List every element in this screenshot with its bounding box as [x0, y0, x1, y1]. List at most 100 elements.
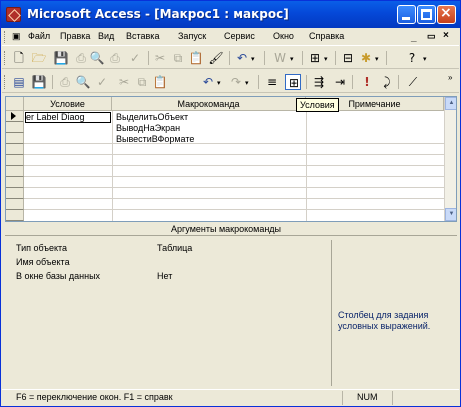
doc-close-button[interactable]: ×	[443, 30, 449, 41]
toolbar-separator	[148, 51, 149, 65]
menu-insert[interactable]: Вставка	[126, 31, 159, 41]
action-cell[interactable]: ВыделитьОбъект	[116, 112, 304, 123]
copy-button[interactable]: ⧉	[170, 50, 186, 66]
access-app-icon[interactable]	[6, 7, 21, 22]
redo-button[interactable]: ↷	[228, 74, 244, 90]
row-selector[interactable]	[6, 122, 24, 133]
menubar-grip[interactable]	[4, 31, 7, 43]
arguments-section-title: Аргументы макрокоманды	[171, 224, 282, 234]
redo-dropdown-icon[interactable]: ▾	[245, 79, 249, 87]
status-bar: F6 = переключение окон. F1 = справк NUM	[2, 389, 459, 406]
preview-macro-button[interactable]: 🔍	[75, 74, 91, 90]
single-step-button[interactable]: ⤸	[379, 74, 395, 90]
run-icon: !	[364, 75, 370, 89]
insert-rows-button[interactable]: ⇶	[311, 74, 327, 90]
row-selector[interactable]	[6, 166, 24, 177]
doc-restore-button[interactable]: ▭	[427, 31, 436, 42]
macro-names-button[interactable]: ≡	[264, 74, 280, 90]
undo-button[interactable]: ↶	[234, 50, 250, 66]
scroll-up-icon[interactable]: ▲	[445, 97, 456, 110]
cut-icon: ✂	[154, 51, 166, 65]
toolbar-separator	[264, 51, 265, 65]
row-selector[interactable]	[6, 155, 24, 166]
row-selector[interactable]	[6, 188, 24, 199]
copy-macro-button[interactable]: ⧉	[134, 74, 150, 90]
analyze-dropdown-icon[interactable]: ▾	[324, 55, 328, 63]
condition-cell-editing[interactable]: er Label Diaog	[25, 112, 111, 123]
menu-help[interactable]: Справка	[309, 31, 344, 41]
macro-names-icon: ≡	[266, 75, 278, 89]
row-selector[interactable]	[6, 144, 24, 155]
row-selector[interactable]	[6, 133, 24, 144]
format-painter-button[interactable]: 🖌	[208, 50, 224, 66]
menu-run[interactable]: Запуск	[178, 31, 206, 41]
links-dropdown-icon[interactable]: ▾	[290, 55, 294, 63]
menu-window[interactable]: Окно	[273, 31, 294, 41]
argument-label: Тип объекта	[16, 243, 68, 253]
maximize-button[interactable]	[417, 5, 436, 24]
help-dropdown-icon[interactable]: ▾	[423, 55, 427, 63]
spelling-macro-button[interactable]: ✓	[94, 74, 110, 90]
action-arguments-panel: Тип объекта Таблица Имя объекта В окне б…	[5, 235, 457, 387]
print2-button[interactable]: ⎙	[107, 50, 123, 66]
row-selector[interactable]	[6, 111, 24, 122]
menu-view[interactable]: Вид	[98, 31, 114, 41]
toolbar-grip[interactable]	[4, 75, 7, 89]
conditions-button[interactable]: ⊞	[285, 74, 301, 90]
delete-rows-button[interactable]: ⇥	[332, 74, 348, 90]
analyze-button[interactable]: ⊞	[307, 50, 323, 66]
menu-tools[interactable]: Сервис	[224, 31, 255, 41]
undo-macro-button[interactable]: ↶	[200, 74, 216, 90]
action-cell[interactable]: ВыводНаЭкран	[116, 123, 304, 134]
grid-corner[interactable]	[6, 97, 24, 111]
print-icon: ⎙	[60, 75, 70, 89]
view-button[interactable]: ▤	[11, 74, 27, 90]
print-macro-button[interactable]: ⎙	[57, 74, 73, 90]
undo-dropdown-icon[interactable]: ▾	[217, 79, 221, 87]
toolbar-grip[interactable]	[4, 51, 7, 65]
build-button[interactable]: ⟋	[405, 74, 421, 90]
condition-column-header[interactable]: Условие	[24, 97, 112, 111]
in-database-window-field[interactable]: Нет	[157, 271, 172, 281]
help-button[interactable]: ?	[404, 50, 420, 66]
access-window: Microsoft Access - [Макрос1 : макрос] × …	[0, 0, 461, 407]
links-button[interactable]: W	[272, 50, 288, 66]
save-button[interactable]: 💾	[53, 50, 69, 66]
toolbar-separator	[302, 51, 303, 65]
relationships-button[interactable]: ⊟	[340, 50, 356, 66]
run-button[interactable]: !	[359, 74, 375, 90]
save-macro-button[interactable]: 💾	[31, 74, 47, 90]
open-button[interactable]: 🗁	[31, 50, 47, 66]
standard-toolbar: 🗋 🗁 💾 ⎙ 🔍 ⎙ ✓ ✂ ⧉ 📋 🖌 ↶ ▾ W ▾ ⊞ ▾ ⊟ ✱ ▾ …	[2, 47, 459, 69]
new-button[interactable]: 🗋	[11, 50, 27, 66]
action-cell[interactable]: ВывестиВФормате	[116, 134, 304, 145]
title-bar[interactable]: Microsoft Access - [Макрос1 : макрос] ×	[1, 1, 460, 28]
menu-file[interactable]: Файл	[28, 31, 50, 41]
row-selector[interactable]	[6, 199, 24, 210]
grid-vertical-scrollbar[interactable]: ▲ ▼	[444, 97, 456, 221]
scroll-down-icon[interactable]: ▼	[445, 208, 456, 221]
paste-macro-button[interactable]: 📋	[152, 74, 168, 90]
menu-edit[interactable]: Правка	[60, 31, 90, 41]
preview-button[interactable]: 🔍	[89, 50, 105, 66]
num-lock-indicator: NUM	[357, 392, 378, 402]
row-selector[interactable]	[6, 210, 24, 221]
cut-macro-button[interactable]: ✂	[116, 74, 132, 90]
copy-icon: ⧉	[137, 75, 147, 89]
toolbar-overflow-icon[interactable]: »	[448, 73, 452, 82]
undo-dropdown-icon[interactable]: ▾	[251, 55, 255, 63]
current-row-arrow-icon	[11, 112, 16, 120]
row-selector[interactable]	[6, 177, 24, 188]
paste-button[interactable]: 📋	[188, 50, 204, 66]
action-column-header[interactable]: Макрокоманда	[112, 97, 306, 111]
spelling-button[interactable]: ✓	[127, 50, 143, 66]
new-object-button[interactable]: ✱	[358, 50, 374, 66]
new-object-dropdown-icon[interactable]: ▾	[375, 55, 379, 63]
cut-button[interactable]: ✂	[152, 50, 168, 66]
doc-minimize-button[interactable]: _	[411, 32, 417, 43]
print-button[interactable]: ⎙	[73, 50, 89, 66]
doc-icon[interactable]: ▣	[12, 31, 21, 42]
minimize-button[interactable]	[397, 5, 416, 24]
object-type-field[interactable]: Таблица	[157, 243, 192, 253]
close-button[interactable]: ×	[437, 5, 456, 24]
